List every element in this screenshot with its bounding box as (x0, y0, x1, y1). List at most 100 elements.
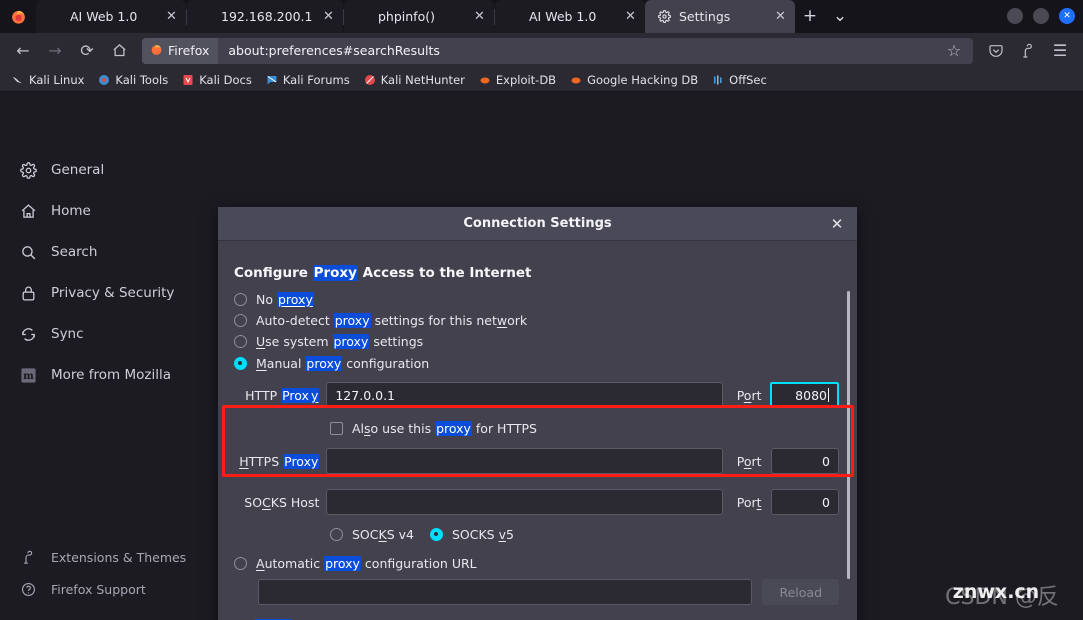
radio-row-use-system[interactable]: Use system proxy settings (234, 334, 839, 349)
radio-row-auto-detect[interactable]: Auto-detect proxy settings for this netw… (234, 313, 839, 328)
label-part: Auto-detect (256, 313, 334, 328)
sidebar-item-label: Privacy & Security (51, 285, 175, 301)
checkbox-row-also-https[interactable]: Also use this proxy for HTTPS (330, 421, 839, 436)
bookmark-label: Exploit-DB (495, 72, 557, 87)
reload-pac-button[interactable]: Reload (762, 579, 839, 605)
tab-robots-txt[interactable]: 192.168.200.129/robots.t ✕ (187, 0, 343, 33)
tab-close-icon[interactable]: ✕ (320, 8, 337, 25)
kali-docs-icon (182, 74, 194, 86)
close-icon[interactable]: ✕ (827, 214, 847, 234)
sidebar-item-privacy-security[interactable]: Privacy & Security (18, 283, 174, 303)
kali-nethunter-icon (364, 74, 376, 86)
sidebar-item-label: Firefox Support (51, 581, 146, 597)
minimize-button[interactable] (1007, 8, 1023, 24)
bookmark-kali-tools[interactable]: Kali Tools (92, 71, 174, 89)
app-menu-button[interactable]: ☰ (1045, 37, 1075, 65)
http-port-input[interactable]: 8080 (770, 382, 839, 408)
tab-ai-web-1-second[interactable]: AI Web 1.0 ✕ (495, 0, 645, 33)
sidebar-item-more-from-mozilla[interactable]: m More from Mozilla (18, 365, 171, 385)
socks-host-row: SOCKS Host Port 0 (234, 489, 839, 515)
radio-row-auto-config[interactable]: Automatic proxy configuration URL (234, 556, 839, 571)
label-part-highlight: proxy (305, 356, 343, 371)
bookmark-star-icon[interactable]: ☆ (941, 39, 967, 63)
https-port-input[interactable]: 0 (770, 448, 839, 474)
extensions-icon[interactable] (1013, 37, 1043, 65)
radio-socks-v4[interactable] (330, 528, 343, 541)
tab-close-icon[interactable]: ✕ (471, 8, 488, 25)
http-port-label: Port (737, 388, 762, 403)
https-proxy-row: HTTPS Proxy Port 0 (234, 448, 839, 474)
exploit-db-icon (479, 74, 491, 86)
auto-config-url-row: Reload (258, 579, 839, 605)
heading-part: Access to the Internet (357, 265, 532, 281)
label-part: P (736, 387, 744, 403)
heading-part-highlight: Proxy (312, 265, 358, 281)
tab-close-icon[interactable]: ✕ (622, 8, 639, 25)
list-all-tabs-button[interactable]: ⌄ (825, 1, 855, 31)
extensions-icon (18, 547, 38, 567)
label-part: HTTP (245, 387, 282, 403)
maximize-button[interactable] (1033, 8, 1049, 24)
bookmark-offsec[interactable]: OffSec (706, 71, 773, 89)
back-button[interactable]: ← (8, 37, 38, 65)
dialog-scrollbar[interactable] (847, 291, 850, 579)
radio-auto-config[interactable] (234, 557, 247, 570)
bookmark-kali-docs[interactable]: Kali Docs (176, 71, 258, 89)
label-part-accesskey: v (498, 527, 506, 542)
tab-close-icon[interactable]: ✕ (772, 8, 789, 25)
kali-forums-icon (266, 74, 278, 86)
https-proxy-input[interactable] (326, 448, 723, 474)
radio-use-system[interactable] (234, 335, 247, 348)
sidebar-item-firefox-support[interactable]: Firefox Support (18, 579, 146, 599)
socks-host-label: SOCKS Host (234, 495, 319, 510)
bookmark-kali-linux[interactable]: Kali Linux (6, 71, 90, 89)
radio-socks-v5[interactable] (429, 528, 443, 541)
radio-auto-detect[interactable] (234, 314, 247, 327)
label-part: anual (266, 356, 306, 371)
kali-tools-icon (98, 74, 110, 86)
sync-icon (18, 324, 38, 344)
pocket-icon[interactable] (981, 37, 1011, 65)
identity-chip[interactable]: Firefox (142, 37, 219, 64)
svg-text:m: m (23, 371, 34, 382)
tab-label: AI Web 1.0 (70, 9, 138, 24)
close-window-button[interactable]: ✕ (1059, 8, 1075, 24)
sidebar-item-extensions-themes[interactable]: Extensions & Themes (18, 547, 186, 567)
socks-host-input[interactable] (326, 489, 723, 515)
reload-button[interactable]: ⟳ (72, 37, 102, 65)
forward-button[interactable]: → (40, 37, 70, 65)
http-proxy-input[interactable]: 127.0.0.1 (326, 382, 723, 408)
sidebar-item-label: Search (51, 244, 98, 260)
new-tab-button[interactable]: + (795, 1, 825, 31)
tab-bar: AI Web 1.0 ✕ 192.168.200.129/robots.t ✕ … (0, 0, 1083, 33)
kali-dragon-icon (12, 74, 24, 86)
label-part-highlight: Prox (281, 387, 310, 403)
sidebar-item-general[interactable]: General (18, 160, 104, 180)
home-button[interactable] (104, 37, 134, 65)
tab-close-icon[interactable]: ✕ (163, 8, 180, 25)
bookmark-google-hacking-db[interactable]: Google Hacking DB (564, 71, 704, 89)
bookmark-exploit-db[interactable]: Exploit-DB (473, 71, 562, 89)
label-part: S v4 (386, 527, 414, 542)
bookmark-kali-forums[interactable]: Kali Forums (260, 71, 356, 89)
url-bar[interactable]: Firefox about:preferences#searchResults … (142, 37, 973, 64)
sidebar-item-sync[interactable]: Sync (18, 324, 84, 344)
label-part: utomatic (264, 556, 325, 571)
sidebar-item-home[interactable]: Home (18, 201, 91, 221)
auto-config-url-input[interactable] (258, 579, 753, 605)
tab-settings[interactable]: Settings ✕ (645, 0, 795, 33)
radio-manual[interactable] (234, 357, 247, 370)
home-icon (18, 201, 38, 221)
bookmark-kali-nethunter[interactable]: Kali NetHunter (358, 71, 471, 89)
tab-phpinfo[interactable]: phpinfo() ✕ (344, 0, 494, 33)
sidebar-item-search[interactable]: Search (18, 242, 97, 262)
checkbox-also-https[interactable] (330, 422, 343, 435)
label-part-highlight: proxy (332, 334, 370, 349)
gear-icon (18, 160, 38, 180)
radio-row-manual[interactable]: Manual proxy configuration (234, 356, 839, 371)
url-text[interactable]: about:preferences#searchResults (218, 43, 941, 58)
socks-port-input[interactable]: 0 (770, 489, 839, 515)
radio-row-no-proxy[interactable]: No proxy (234, 292, 839, 307)
tab-ai-web-1[interactable]: AI Web 1.0 ✕ (36, 0, 186, 33)
radio-no-proxy[interactable] (234, 293, 247, 306)
